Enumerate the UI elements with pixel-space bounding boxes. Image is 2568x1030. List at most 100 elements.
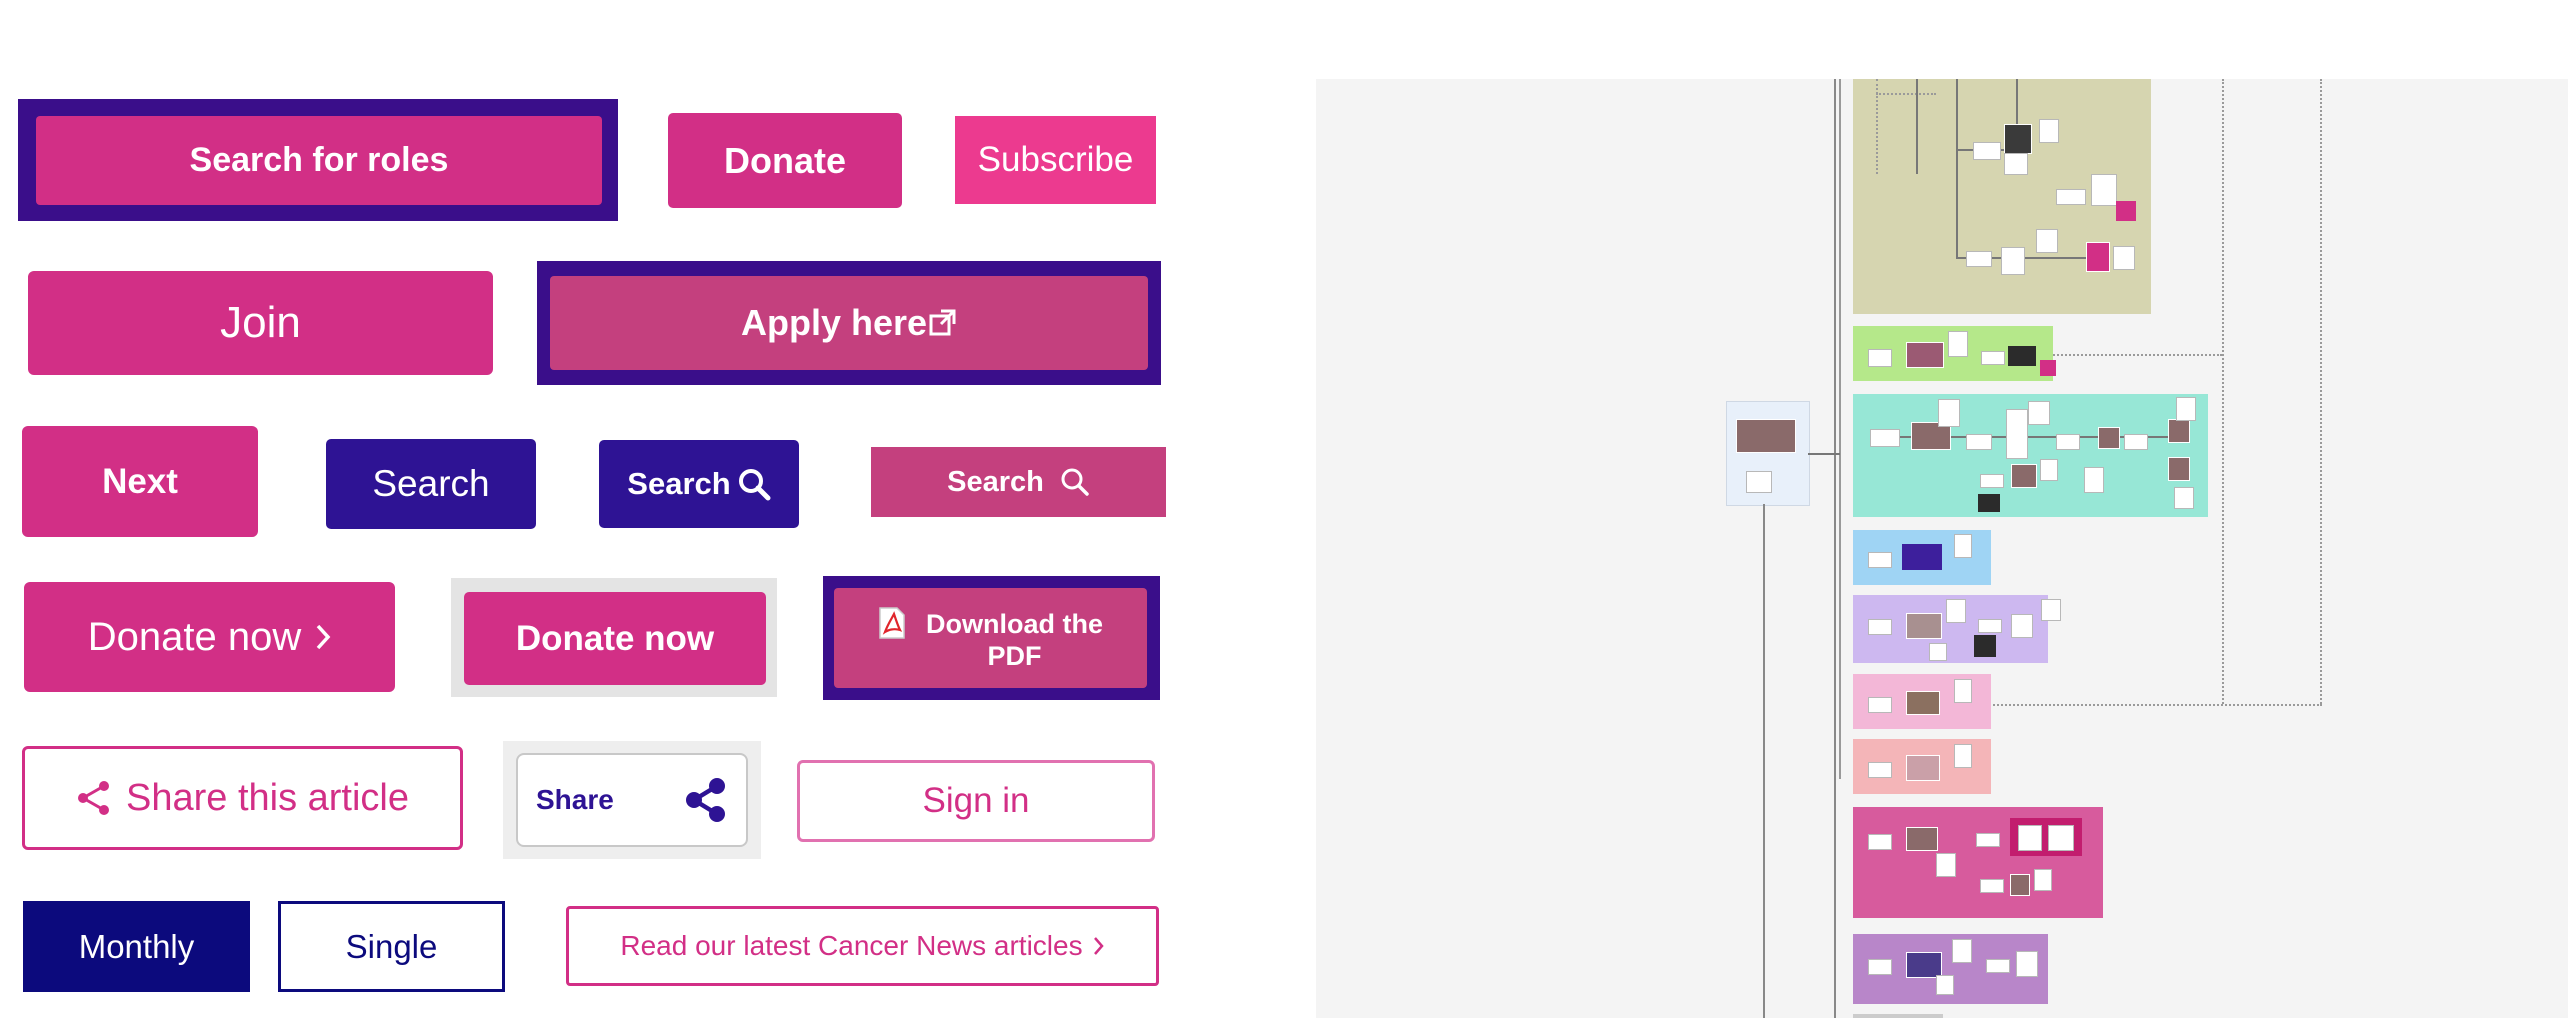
subscribe-button[interactable]: Subscribe — [955, 116, 1156, 204]
flow-dotted-connector — [2320, 79, 2322, 704]
flow-node — [1966, 434, 1992, 450]
join-button[interactable]: Join — [28, 271, 493, 375]
flow-node-highlight — [2116, 201, 2136, 221]
donate-now-label: Donate now — [87, 614, 302, 659]
subscribe-label: Subscribe — [977, 140, 1134, 179]
flow-node — [2124, 434, 2148, 450]
share-icon — [684, 777, 728, 823]
apply-here-button[interactable]: Apply here — [550, 276, 1148, 370]
flow-thumbnail — [1974, 635, 1996, 657]
flow-node — [1868, 619, 1892, 635]
flow-thumbnail — [1978, 494, 2000, 512]
flow-node — [2011, 614, 2033, 638]
apply-here-label: Apply here — [740, 302, 928, 343]
flow-node — [2036, 229, 2058, 253]
flow-thumbnail — [2086, 242, 2110, 272]
share-label: Share — [536, 784, 614, 815]
search-icon — [1060, 467, 1090, 497]
flow-node-highlight — [2040, 360, 2056, 376]
flow-node — [2113, 246, 2135, 270]
flow-dotted-connector — [1876, 93, 1936, 95]
read-latest-news-link[interactable]: Read our latest Cancer News articles — [566, 906, 1159, 986]
flow-node — [1936, 975, 1954, 995]
flow-connector — [1916, 79, 1918, 174]
donate-label: Donate — [723, 139, 846, 181]
flow-node — [1870, 429, 1900, 447]
flow-thumbnail — [2098, 427, 2120, 449]
flow-thumbnail — [1736, 419, 1796, 453]
flow-thumbnail — [2004, 124, 2032, 154]
flow-node — [2034, 869, 2052, 891]
flow-node — [2018, 825, 2042, 851]
flow-node — [2028, 401, 2050, 425]
external-link-icon — [929, 308, 957, 338]
flow-thumbnail — [1906, 342, 1944, 368]
donate-now-arrow-button[interactable]: Donate now — [24, 582, 395, 692]
chevron-right-icon — [1093, 936, 1105, 956]
share-button[interactable]: Share — [516, 753, 748, 847]
flow-node — [1938, 399, 1960, 427]
flow-connector — [1956, 79, 1958, 259]
share-this-article-button[interactable]: Share this article — [22, 746, 463, 850]
flow-node — [2174, 487, 2194, 509]
flow-node — [1980, 474, 2004, 488]
search-for-roles-button[interactable]: Search for roles — [36, 116, 602, 205]
share-icon — [76, 779, 112, 817]
flow-node — [1868, 697, 1892, 713]
flow-trunk-line — [1834, 79, 1836, 1018]
flow-node — [1954, 679, 1972, 703]
flow-thumbnail — [1906, 827, 1938, 851]
flow-dotted-connector — [1986, 704, 2322, 706]
flow-node — [1746, 471, 1772, 493]
flow-node — [2016, 951, 2038, 977]
search-button-plain[interactable]: Search — [326, 439, 536, 529]
search-label: Search — [627, 466, 731, 501]
flow-node — [2001, 247, 2025, 275]
donate-now-button[interactable]: Donate now — [464, 592, 766, 685]
flow-diagram-panel — [1316, 79, 2568, 1018]
flow-node — [2039, 119, 2059, 143]
share-this-article-label: Share this article — [125, 776, 409, 819]
flow-thumbnail — [2168, 457, 2190, 481]
search-button-with-icon[interactable]: Search — [599, 440, 799, 528]
flow-node — [1981, 351, 2005, 365]
flow-thumbnail — [1902, 544, 1942, 570]
flow-node — [2176, 397, 2196, 421]
flow-node — [1952, 939, 1972, 963]
flow-node — [1946, 599, 1966, 623]
flow-thumbnail — [1906, 755, 1940, 781]
flow-connector — [1808, 453, 1840, 455]
flow-node — [1980, 879, 2004, 893]
monthly-toggle[interactable]: Monthly — [23, 901, 250, 992]
flow-node — [1929, 643, 1947, 661]
flow-node — [1954, 744, 1972, 768]
flow-node — [2040, 459, 2058, 481]
flow-branch-line — [1839, 79, 1841, 779]
flow-node — [1868, 959, 1892, 975]
single-toggle[interactable]: Single — [278, 901, 505, 992]
single-label: Single — [345, 927, 438, 965]
search-label: Search — [372, 463, 490, 504]
flow-node — [2048, 825, 2074, 851]
flow-node — [1868, 349, 1892, 367]
search-icon — [737, 467, 771, 501]
sign-in-label: Sign in — [922, 781, 1030, 820]
download-pdf-button[interactable]: Download the PDF — [834, 588, 1147, 688]
flow-node — [1978, 619, 2002, 633]
download-pdf-line1: Download the — [926, 609, 1103, 639]
flow-node — [1948, 331, 1968, 357]
flow-thumbnail — [1906, 613, 1942, 639]
flow-thumbnail — [2011, 464, 2037, 488]
next-button[interactable]: Next — [22, 426, 258, 537]
flow-thumbnail — [2010, 874, 2030, 896]
flow-thumbnail — [2008, 346, 2036, 366]
search-button-light[interactable]: Search — [871, 447, 1166, 517]
flow-node — [2004, 153, 2028, 175]
flow-node — [1966, 251, 1992, 267]
flow-node — [1868, 762, 1892, 778]
sign-in-button[interactable]: Sign in — [797, 760, 1155, 842]
flow-thumbnail — [2168, 419, 2190, 443]
donate-button[interactable]: Donate — [668, 113, 902, 208]
search-for-roles-label: Search for roles — [189, 141, 449, 179]
monthly-label: Monthly — [78, 927, 195, 965]
